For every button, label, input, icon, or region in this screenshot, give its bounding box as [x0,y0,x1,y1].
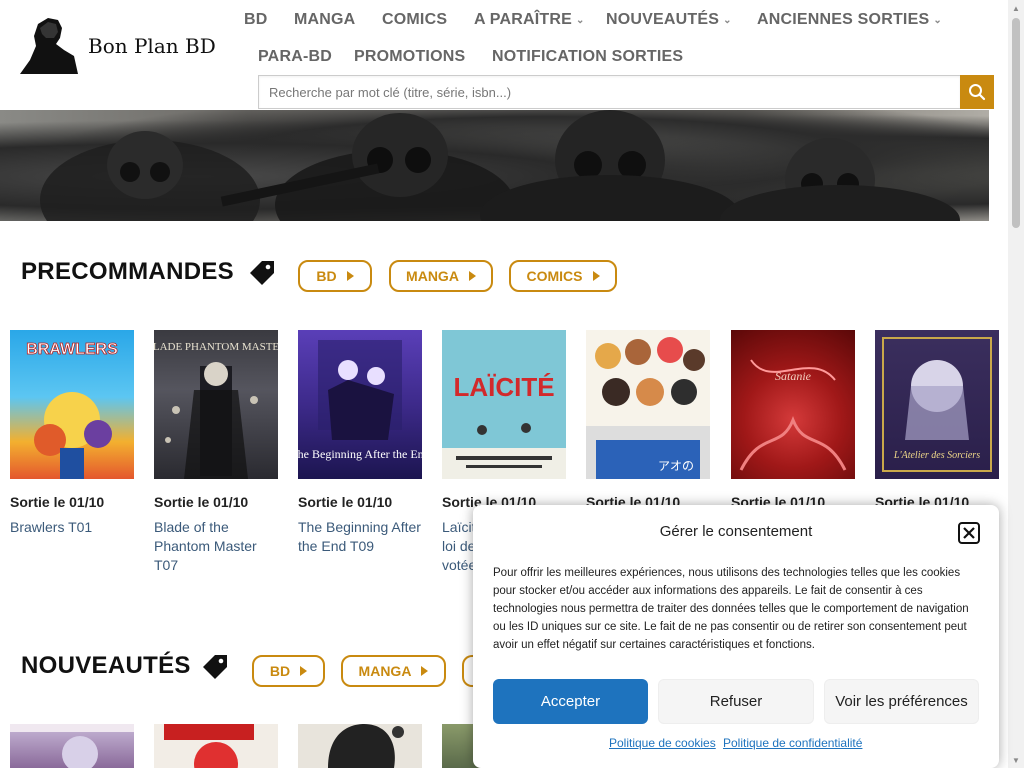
nav-bd[interactable]: BD [244,11,268,29]
chevron-down-icon: ⌄ [933,14,942,26]
search-input[interactable] [259,76,960,108]
nav-label: A PARAÎTRE [474,11,572,28]
nav-promotions[interactable]: PROMOTIONS [354,48,465,66]
product-cover[interactable]: LAÏCITÉ [442,330,566,479]
scroll-thumb[interactable] [1012,18,1020,228]
play-arrow-icon [421,666,429,676]
cover-title: LAÏCITÉ [453,372,554,402]
play-arrow-icon [300,666,308,676]
nav-label: MANGA [294,11,356,28]
vertical-scrollbar[interactable]: ▲ ▼ [1008,0,1024,768]
product-card[interactable]: L'Atelier des Sorciers Sortie le 01/10 [875,330,1000,518]
product-cover[interactable]: アオの [586,330,710,479]
product-card[interactable]: BRAWLERS Sortie le 01/10 Brawlers T01 [10,330,135,537]
hero-banner [0,110,989,221]
filter-bd-button[interactable]: BD [298,260,372,292]
nav-label: BD [244,11,268,28]
play-arrow-icon [346,271,354,281]
nav-a-paraitre[interactable]: A PARAÎTRE ⌄ [474,11,585,29]
filter-manga-button[interactable]: MANGA [389,260,493,292]
consent-title: Gérer le consentement [659,523,813,540]
search-icon [969,84,986,101]
nav-label: NOUVEAUTÉS [606,11,720,28]
product-cover[interactable] [298,724,422,768]
scroll-down-icon[interactable]: ▼ [1008,752,1024,768]
filter-comics-button[interactable]: COMICS [509,260,617,292]
page: Bon Plan BD BD MANGA COMICS A PARAÎTRE ⌄ … [0,0,1024,768]
cover-title: BLADE PHANTOM MASTER [154,341,278,353]
product-card[interactable]: BLADE PHANTOM MASTER Sortie le 01/10 Bla… [154,330,279,575]
nav-label: COMICS [382,11,448,28]
release-date: Sortie le 01/10 [298,494,393,510]
scroll-up-icon[interactable]: ▲ [1008,0,1024,16]
product-title[interactable]: Blade of the Phantom Master T07 [154,518,279,575]
nav-label: PARA-BD [258,48,332,65]
filter-label: MANGA [358,663,412,679]
product-card[interactable]: Satanie Sortie le 01/10 [731,330,856,518]
cover-title: The Beginning After the End [298,447,422,461]
banner-soldiers-image [40,110,960,221]
consent-dialog: Gérer le consentement Pour offrir les me… [473,505,999,768]
consent-text: Pour offrir les meilleures expériences, … [493,567,969,651]
chevron-down-icon: ⌄ [723,14,732,26]
nav-anciennes-sorties[interactable]: ANCIENNES SORTIES ⌄ [757,11,942,29]
search-box [258,75,961,109]
filter-bd-button[interactable]: BD [252,655,325,687]
cover-title: BRAWLERS [26,341,118,358]
cover-title: L'Atelier des Sorciers [893,450,980,461]
filter-label: BD [316,268,337,284]
logo-text: Bon Plan BD [88,34,216,58]
product-title[interactable]: Brawlers T01 [10,518,135,537]
product-cover[interactable]: L'Atelier des Sorciers [875,330,999,479]
section-title-nouveautes: NOUVEAUTÉS [21,652,191,679]
site-logo[interactable]: Bon Plan BD [18,14,216,78]
section-title-precommandes: PRECOMMANDES [21,258,234,285]
product-card[interactable]: The Beginning After the End Sortie le 01… [298,330,423,556]
nav-comics[interactable]: COMICS [382,11,447,29]
site-header: Bon Plan BD BD MANGA COMICS A PARAÎTRE ⌄ … [0,0,1008,110]
accept-button[interactable]: Accepter [493,679,648,724]
play-arrow-icon [592,271,600,281]
tag-icon [203,655,227,679]
filter-label: MANGA [406,268,459,284]
nav-manga[interactable]: MANGA [294,11,355,29]
product-cover[interactable]: Satanie [731,330,855,479]
search-button[interactable] [960,75,994,109]
product-cover[interactable]: The Beginning After the End [298,330,422,479]
product-cover[interactable]: BLADE PHANTOM MASTER [154,330,278,479]
close-icon[interactable] [958,522,980,544]
product-cover[interactable] [10,724,134,768]
preferences-button[interactable]: Voir les préférences [824,679,979,724]
nav-para-bd[interactable]: PARA-BD [258,48,332,66]
release-date: Sortie le 01/10 [154,494,249,510]
logo-figure-icon [20,18,78,74]
filter-label: BD [269,663,291,679]
product-title[interactable]: The Beginning After the End T09 [298,518,423,556]
filter-manga-button[interactable]: MANGA [341,655,446,687]
cookie-policy-link[interactable]: Politique de cookies [609,736,716,750]
product-card[interactable]: アオの Sortie le 01/10 [586,330,711,518]
product-cover[interactable] [154,724,278,768]
cover-title: アオの [658,459,694,473]
nav-label: ANCIENNES SORTIES [757,11,930,28]
tag-icon [250,261,274,285]
release-date: Sortie le 01/10 [10,494,105,510]
product-cover[interactable]: BRAWLERS [10,330,134,479]
chevron-down-icon: ⌄ [576,14,585,26]
nav-label: PROMOTIONS [354,48,466,65]
play-arrow-icon [468,271,476,281]
nav-label: NOTIFICATION SORTIES [492,48,684,65]
filter-label: COMICS [526,268,583,284]
privacy-policy-link[interactable]: Politique de confidentialité [723,736,862,750]
nav-nouveautes[interactable]: NOUVEAUTÉS ⌄ [606,11,732,29]
refuse-button[interactable]: Refuser [658,679,814,724]
nav-notification-sorties[interactable]: NOTIFICATION SORTIES [492,48,683,66]
